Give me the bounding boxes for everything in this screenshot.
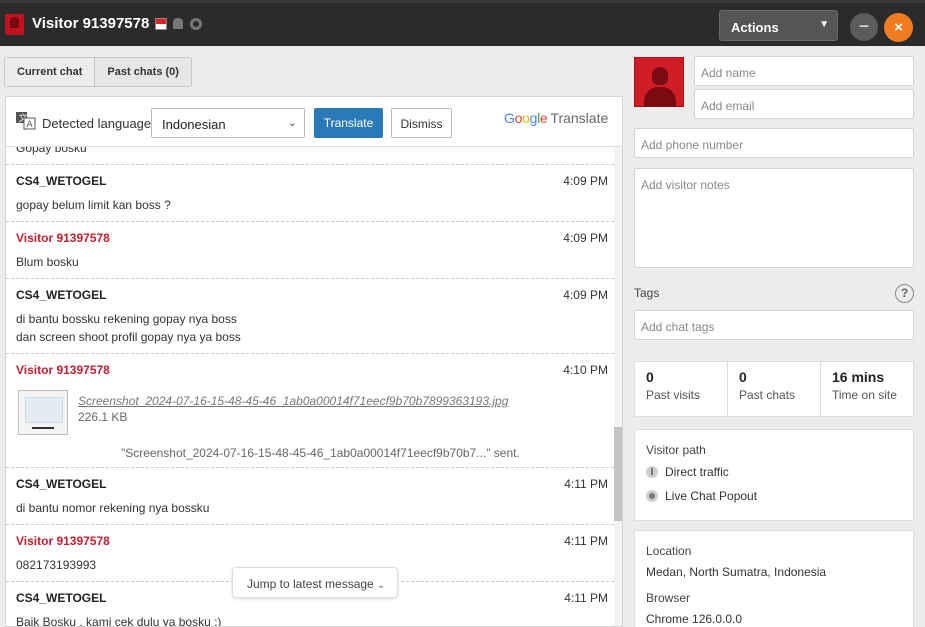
message-text: Gopay bosku (16, 147, 87, 155)
title-bar: Visitor 91397578 Actions ▼ − × (0, 0, 925, 46)
language-value: Indonesian (162, 117, 226, 132)
browser-value: Chrome 126.0.0.0 (646, 612, 743, 626)
path-item: Direct traffic (646, 465, 729, 479)
message-text: Baik Bosku , kami cek dulu ya bosku :) (16, 615, 222, 627)
attachment-link[interactable]: Screenshot_2024-07-16-15-48-45-46_1ab0a0… (78, 394, 508, 408)
list-item: Gopay bosku (6, 147, 614, 165)
message-text: dan screen shoot profil gopay nya ya bos… (16, 330, 241, 344)
visitor-name: Visitor 91397578 (16, 363, 110, 377)
visitor-info-panel: Location Medan, North Sumatra, Indonesia… (634, 530, 914, 627)
path-item-label: Direct traffic (665, 465, 729, 479)
dot-icon (646, 490, 658, 502)
chat-tags-field[interactable]: Add chat tags (634, 310, 914, 340)
list-item: CS4_WETOGEL 4:11 PM di bantu nomor reken… (6, 468, 614, 525)
chat-panel: 文 A Detected language Indonesian ⌄ Trans… (5, 96, 623, 627)
attachment-thumbnail[interactable] (18, 390, 68, 435)
translate-wordmark: Translate (550, 110, 609, 126)
message-list: Gopay bosku CS4_WETOGEL 4:09 PM gopay be… (6, 147, 622, 627)
google-wordmark: Google (504, 110, 548, 126)
window-title: Visitor 91397578 (32, 15, 150, 32)
stat-past-visits: 0 Past visits (635, 362, 727, 416)
actions-label: Actions (731, 20, 779, 35)
chevron-down-icon: ⌄ (287, 117, 297, 129)
tags-label: Tags (634, 286, 660, 300)
phone-field[interactable]: Add phone number (634, 128, 914, 158)
stat-label: Past visits (646, 388, 701, 402)
attachment-sent-notice: "Screenshot_2024-07-16-15-48-45-46_1ab0a… (121, 446, 520, 460)
list-item: CS4_WETOGEL 4:09 PM di bantu bossku reke… (6, 279, 614, 354)
visitor-avatar (634, 57, 684, 107)
email-field[interactable]: Add email (694, 89, 914, 119)
list-item: CS4_WETOGEL 4:09 PM gopay belum limit ka… (6, 165, 614, 222)
arrow-down-icon (646, 466, 658, 478)
translate-button[interactable]: Translate (314, 108, 383, 138)
visitor-avatar-icon (5, 14, 24, 35)
chevron-down-icon: ▼ (819, 19, 829, 30)
language-select[interactable]: Indonesian ⌄ (151, 108, 305, 138)
google-translate-logo: Google Translate (504, 110, 608, 126)
minimize-button[interactable]: − (850, 13, 878, 41)
agent-name: CS4_WETOGEL (16, 591, 107, 605)
close-button[interactable]: × (884, 13, 913, 42)
chat-tabs: Current chat Past chats (0) (4, 57, 192, 87)
actions-dropdown[interactable]: Actions ▼ (719, 10, 838, 41)
list-item: Visitor 91397578 4:10 PM Screenshot_2024… (6, 354, 614, 468)
stat-past-chats: 0 Past chats (727, 362, 820, 416)
help-icon[interactable]: ? (895, 284, 914, 303)
scrollbar-track[interactable] (614, 147, 622, 626)
stat-time-on-site: 16 mins Time on site (820, 362, 913, 416)
location-title: Location (646, 544, 692, 558)
message-text: di bantu nomor rekening nya bossku (16, 501, 210, 515)
chrome-icon (190, 18, 202, 30)
stat-value: 16 mins (832, 369, 885, 385)
message-time: 4:11 PM (564, 591, 608, 605)
stat-label: Past chats (739, 388, 796, 402)
detected-language-label: Detected language (42, 116, 152, 131)
message-time: 4:09 PM (563, 231, 608, 245)
svg-text:A: A (27, 120, 34, 130)
visitor-path-title: Visitor path (646, 443, 706, 457)
browser-title: Browser (646, 591, 691, 605)
agent-name: CS4_WETOGEL (16, 477, 107, 491)
visitor-path-panel: Visitor path Direct traffic Live Chat Po… (634, 429, 914, 521)
visitor-notes-field[interactable]: Add visitor notes (634, 168, 914, 268)
message-time: 4:09 PM (563, 288, 608, 302)
message-text: gopay belum limit kan boss ? (16, 198, 171, 212)
android-icon (173, 18, 183, 29)
stat-label: Time on site (832, 388, 897, 402)
message-text: 082173193993 (16, 558, 97, 572)
stat-value: 0 (646, 369, 654, 385)
jump-to-latest-button[interactable]: Jump to latest message ⌄ (232, 567, 398, 598)
message-time: 4:10 PM (563, 363, 608, 377)
jump-label: Jump to latest message (247, 577, 374, 591)
translate-icon: 文 A (16, 112, 36, 130)
visitor-stats: 0 Past visits 0 Past chats 16 mins Time … (634, 361, 914, 417)
chevron-down-icon: ⌄ (376, 580, 386, 591)
scrollbar-thumb[interactable] (614, 427, 622, 521)
message-time: 4:11 PM (564, 534, 608, 548)
list-item: Visitor 91397578 4:09 PM Blum bosku (6, 222, 614, 279)
message-text: Blum bosku (16, 255, 79, 269)
location-value: Medan, North Sumatra, Indonesia (646, 565, 827, 579)
path-item: Live Chat Popout (646, 489, 757, 503)
tab-past-chats[interactable]: Past chats (0) (94, 58, 191, 86)
translate-bar: 文 A Detected language Indonesian ⌄ Trans… (6, 97, 622, 147)
visitor-name: Visitor 91397578 (16, 534, 110, 548)
dismiss-button[interactable]: Dismiss (391, 108, 452, 138)
agent-name: CS4_WETOGEL (16, 174, 107, 188)
tab-current-chat[interactable]: Current chat (5, 58, 95, 86)
message-time: 4:11 PM (564, 477, 608, 491)
indonesia-flag-icon (155, 18, 167, 30)
visitor-name: Visitor 91397578 (16, 231, 110, 245)
attachment-size: 226.1 KB (78, 410, 128, 424)
message-text: di bantu bossku rekening gopay nya boss (16, 312, 237, 326)
stat-value: 0 (739, 369, 747, 385)
path-item-label: Live Chat Popout (665, 489, 758, 503)
message-time: 4:09 PM (563, 174, 608, 188)
person-icon (652, 67, 668, 85)
name-field[interactable]: Add name (694, 56, 914, 86)
agent-name: CS4_WETOGEL (16, 288, 107, 302)
